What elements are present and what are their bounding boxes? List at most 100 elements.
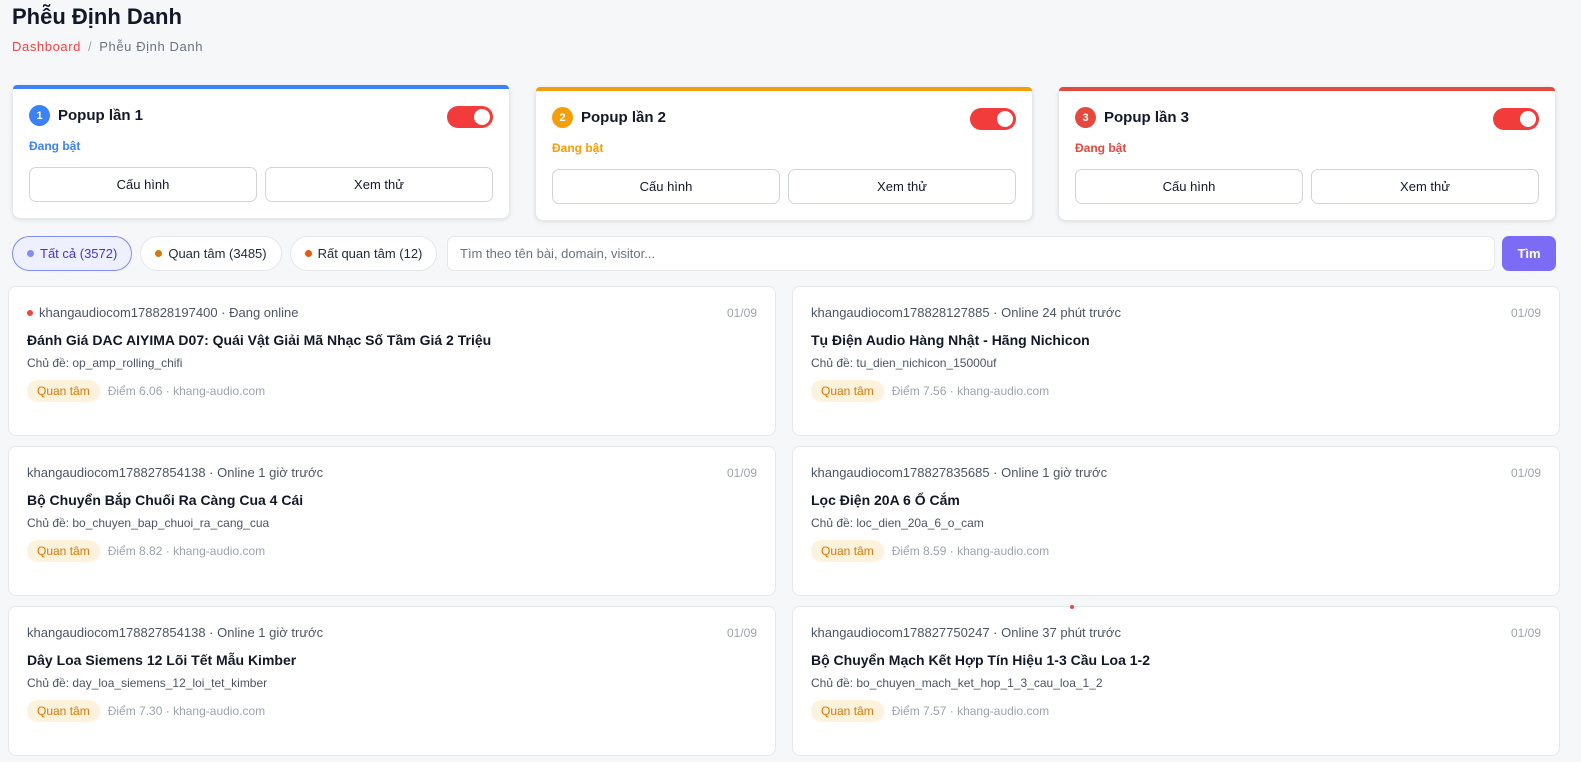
- visitor-card[interactable]: khangaudiocom178828197400 · Đang online …: [8, 286, 776, 436]
- visitor-presence: Đang online: [229, 305, 299, 320]
- article-title: Bộ Chuyển Mạch Kết Hợp Tín Hiệu 1-3 Cầu …: [811, 652, 1150, 668]
- filter-dot-icon: [27, 250, 34, 257]
- filter-label: Rất quan tâm (12): [317, 246, 423, 261]
- visitor-card[interactable]: khangaudiocom178827854138 · Online 1 giờ…: [8, 446, 776, 596]
- popup-status: Đang bật: [552, 141, 604, 155]
- filter-interested-chip[interactable]: Quan tâm (3485): [140, 236, 282, 271]
- visitor-card[interactable]: khangaudiocom178828127885 · Online 24 ph…: [792, 286, 1560, 436]
- popup-name: Popup lần 3: [1104, 109, 1190, 126]
- visitor-id: khangaudiocom178827854138: [27, 625, 206, 640]
- toggle-knob: [997, 111, 1013, 127]
- article-title: Lọc Điện 20A 6 Ổ Cắm: [811, 492, 960, 508]
- article-topic: Chủ đề: loc_dien_20a_6_o_cam: [811, 516, 984, 530]
- popup-toggle[interactable]: [1493, 108, 1539, 130]
- visitor-id: khangaudiocom178827835685: [811, 465, 990, 480]
- filter-all-chip[interactable]: Tất cả (3572): [12, 236, 133, 271]
- visitor-id: khangaudiocom178827854138: [27, 465, 206, 480]
- interest-tag: Quan tâm: [811, 700, 884, 722]
- page-title: Phễu Định Danh: [12, 4, 182, 29]
- visit-date: 01/09: [726, 466, 757, 480]
- visitor-domain: khang-audio.com: [173, 384, 266, 398]
- visitor-domain: khang-audio.com: [957, 544, 1050, 558]
- filter-dot-icon: [155, 250, 163, 257]
- visitor-score: Điểm 7.30: [107, 704, 163, 718]
- popup-toggle[interactable]: [447, 106, 493, 128]
- filter-very-interested-chip[interactable]: Rất quan tâm (12): [289, 236, 438, 271]
- interest-tag: Quan tâm: [27, 540, 100, 562]
- popup-number-badge: 2: [552, 107, 573, 128]
- visitor-domain: khang-audio.com: [957, 704, 1050, 718]
- visitor-presence: Online 1 giờ trước: [217, 625, 324, 640]
- visit-date: 01/09: [726, 626, 757, 640]
- visit-date: 01/09: [1510, 306, 1541, 320]
- filter-label: Tất cả (3572): [40, 246, 118, 261]
- visitor-score: Điểm 6.06: [107, 384, 163, 398]
- article-title: Bộ Chuyển Bắp Chuối Ra Càng Cua 4 Cái: [27, 492, 304, 508]
- popup-toggle[interactable]: [970, 108, 1016, 130]
- article-title: Đánh Giá DAC AIYIMA D07: Quái Vật Giải M…: [27, 332, 492, 348]
- popup-name: Popup lần 2: [581, 109, 667, 126]
- popup-accent-bar: [536, 87, 1032, 91]
- interest-tag: Quan tâm: [27, 700, 100, 722]
- article-title: Dây Loa Siemens 12 Lõi Tết Mẫu Kimber: [27, 652, 297, 668]
- breadcrumb-current: Phễu Định Danh: [99, 39, 204, 54]
- article-topic: Chủ đề: bo_chuyen_mach_ket_hop_1_3_cau_l…: [811, 676, 1103, 690]
- visit-date: 01/09: [1510, 626, 1541, 640]
- visitor-score: Điểm 8.59: [891, 544, 947, 558]
- visitor-score: Điểm 7.57: [891, 704, 947, 718]
- visitor-id: khangaudiocom178827750247: [811, 625, 990, 640]
- breadcrumb: Dashboard / Phễu Định Danh: [12, 39, 203, 54]
- article-topic: Chủ đề: op_amp_rolling_chifi: [27, 356, 183, 370]
- visitor-presence: Online 37 phút trước: [1001, 625, 1121, 640]
- popup-card-3: 3 Popup lần 3 Đang bật Cấu hình Xem thử: [1058, 87, 1556, 221]
- preview-button[interactable]: Xem thử: [265, 167, 493, 202]
- popup-status: Đang bật: [1075, 141, 1127, 155]
- article-topic: Chủ đề: tu_dien_nichicon_15000uf: [811, 356, 997, 370]
- notification-dot: [1070, 605, 1074, 609]
- article-title: Tụ Điện Audio Hàng Nhật - Hãng Nichicon: [811, 332, 1090, 348]
- popup-card-1: 1 Popup lần 1 Đang bật Cấu hình Xem thử: [12, 85, 510, 219]
- popup-accent-bar: [1059, 87, 1555, 91]
- visitor-domain: khang-audio.com: [173, 704, 266, 718]
- visitor-domain: khang-audio.com: [173, 544, 266, 558]
- popup-number-badge: 1: [29, 105, 50, 126]
- visitor-id: khangaudiocom178828127885: [811, 305, 990, 320]
- visitor-domain: khang-audio.com: [957, 384, 1050, 398]
- config-button[interactable]: Cấu hình: [1075, 169, 1303, 204]
- filter-bar: Tất cả (3572) Quan tâm (3485) Rất quan t…: [12, 236, 438, 271]
- online-status-icon: [27, 309, 33, 316]
- article-topic: Chủ đề: bo_chuyen_bap_chuoi_ra_cang_cua: [27, 516, 270, 530]
- popup-accent-bar: [13, 85, 509, 89]
- search-button[interactable]: Tìm: [1502, 236, 1556, 271]
- preview-button[interactable]: Xem thử: [788, 169, 1016, 204]
- interest-tag: Quan tâm: [27, 380, 100, 402]
- visitor-card[interactable]: khangaudiocom178827835685 · Online 1 giờ…: [792, 446, 1560, 596]
- article-topic: Chủ đề: day_loa_siemens_12_loi_tet_kimbe…: [27, 676, 268, 690]
- visit-date: 01/09: [1510, 466, 1541, 480]
- popup-name: Popup lần 1: [58, 107, 144, 124]
- interest-tag: Quan tâm: [811, 540, 884, 562]
- visitor-card[interactable]: khangaudiocom178827854138 · Online 1 giờ…: [8, 606, 776, 756]
- toggle-knob: [1520, 111, 1536, 127]
- visitor-id: khangaudiocom178828197400: [39, 305, 218, 320]
- config-button[interactable]: Cấu hình: [552, 169, 780, 204]
- config-button[interactable]: Cấu hình: [29, 167, 257, 202]
- popup-number-badge: 3: [1075, 107, 1096, 128]
- visitor-score: Điểm 7.56: [891, 384, 947, 398]
- toggle-knob: [474, 109, 490, 125]
- visitor-presence: Online 1 giờ trước: [217, 465, 324, 480]
- interest-tag: Quan tâm: [811, 380, 884, 402]
- visitor-score: Điểm 8.82: [107, 544, 163, 558]
- popup-card-2: 2 Popup lần 2 Đang bật Cấu hình Xem thử: [535, 87, 1033, 221]
- breadcrumb-separator: /: [88, 39, 93, 54]
- visitor-presence: Online 24 phút trước: [1001, 305, 1121, 320]
- breadcrumb-dashboard-link[interactable]: Dashboard: [12, 39, 81, 54]
- visitor-presence: Online 1 giờ trước: [1001, 465, 1108, 480]
- filter-dot-icon: [304, 250, 312, 257]
- visit-date: 01/09: [726, 306, 757, 320]
- popup-status: Đang bật: [29, 139, 81, 153]
- preview-button[interactable]: Xem thử: [1311, 169, 1539, 204]
- visitor-card[interactable]: khangaudiocom178827750247 · Online 37 ph…: [792, 606, 1560, 756]
- filter-label: Quan tâm (3485): [168, 246, 267, 261]
- search-input[interactable]: [447, 236, 1495, 271]
